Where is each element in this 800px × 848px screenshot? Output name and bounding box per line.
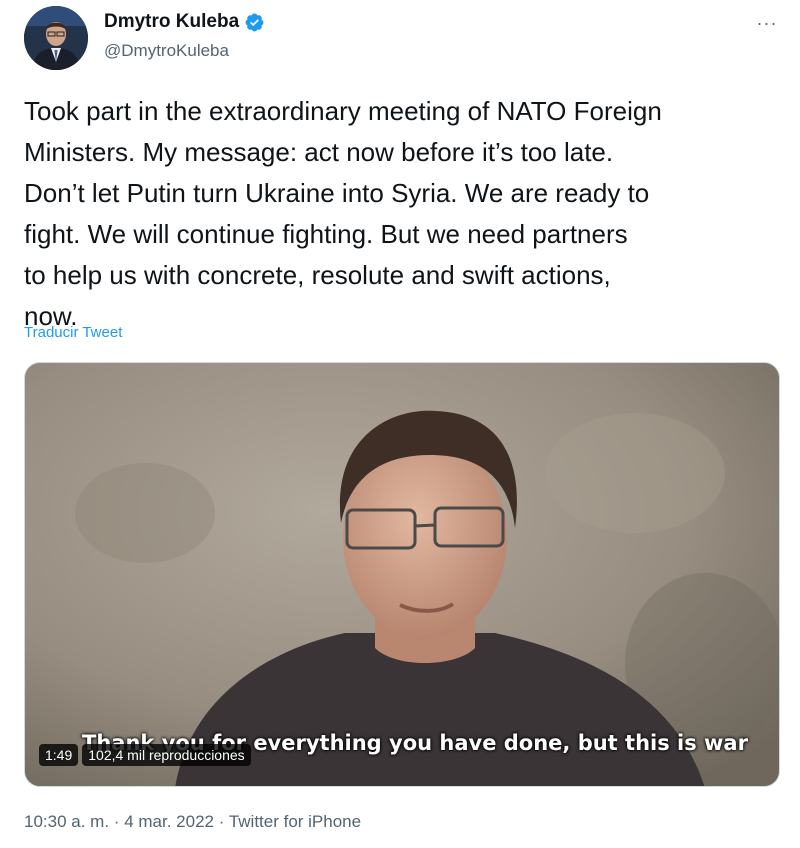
author-handle[interactable]: @DmytroKuleba: [104, 41, 229, 61]
video-duration: 1:49: [39, 744, 79, 766]
video-views: 102,4 mil reproducciones: [82, 744, 251, 766]
author-name-row[interactable]: Dmytro Kuleba: [104, 11, 265, 33]
more-icon: ···: [756, 12, 778, 33]
tweet-timestamp: 10:30 a. m. · 4 mar. 2022 · Twitter for …: [24, 812, 361, 832]
translate-tweet-link[interactable]: Traducir Tweet: [24, 324, 122, 341]
video-frame: [25, 363, 779, 786]
verified-badge-icon: [245, 13, 264, 31]
tweet-text: Took part in the extraordinary meeting o…: [24, 96, 662, 331]
display-name[interactable]: Dmytro Kuleba: [104, 11, 239, 33]
tweet-time[interactable]: 10:30 a. m.: [24, 812, 109, 831]
video-meta: 1:49 102,4 mil reproducciones: [39, 744, 251, 766]
avatar[interactable]: [24, 6, 88, 70]
avatar-photo: [24, 6, 88, 70]
separator: ·: [218, 812, 225, 831]
video-player[interactable]: Thank you for everything you have done, …: [24, 362, 780, 787]
tweet-card: Dmytro Kuleba @DmytroKuleba ··· Took par…: [0, 0, 800, 848]
more-options-button[interactable]: ···: [752, 8, 782, 38]
tweet-source[interactable]: Twitter for iPhone: [229, 812, 361, 831]
separator: ·: [113, 812, 120, 831]
tweet-date[interactable]: 4 mar. 2022: [124, 812, 214, 831]
